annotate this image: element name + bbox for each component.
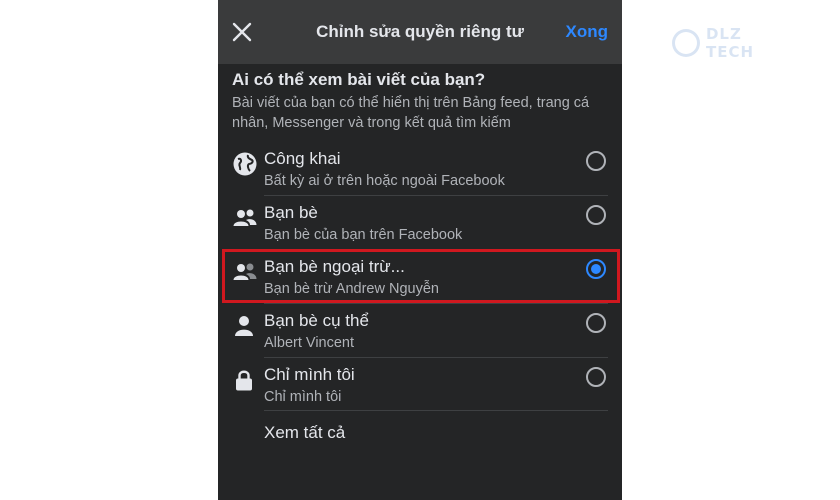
page-title: Chỉnh sửa quyền riêng tư xyxy=(316,22,524,41)
radio-specific-friends[interactable] xyxy=(586,313,606,333)
option-sublabel: Bạn bè trừ Andrew Nguyễn xyxy=(264,281,439,297)
option-label: Bạn bè xyxy=(264,203,318,222)
option-sublabel: Bạn bè của bạn trên Facebook xyxy=(264,227,463,243)
option-only-me[interactable]: Chỉ mình tôi Chỉ mình tôi xyxy=(218,357,622,411)
dlz-tech-watermark: DLZ TECH xyxy=(672,25,796,61)
person-icon xyxy=(232,313,258,339)
done-button[interactable]: Xong xyxy=(566,22,609,42)
friends-icon xyxy=(232,205,258,231)
header-bar: Chỉnh sửa quyền riêng tư Xong xyxy=(218,0,622,64)
lock-icon xyxy=(232,367,258,393)
option-label: Bạn bè cụ thể xyxy=(264,311,369,330)
dlz-logo-icon xyxy=(672,29,700,57)
radio-public[interactable] xyxy=(586,151,606,171)
see-all-link[interactable]: Xem tất cả xyxy=(264,423,345,443)
option-specific-friends[interactable]: Bạn bè cụ thể Albert Vincent xyxy=(218,303,622,357)
radio-only-me[interactable] xyxy=(586,367,606,387)
option-friends-except[interactable]: Bạn bè ngoại trừ... Bạn bè trừ Andrew Ng… xyxy=(218,249,622,303)
option-public[interactable]: Công khai Bất kỳ ai ở trên hoặc ngoài Fa… xyxy=(218,141,622,195)
audience-description: Bài viết của bạn có thể hiển thị trên Bả… xyxy=(232,95,590,131)
watermark-text: DLZ TECH xyxy=(705,25,755,61)
option-label: Bạn bè ngoại trừ... xyxy=(264,257,405,276)
option-label: Chỉ mình tôi xyxy=(264,365,355,384)
option-label: Công khai xyxy=(264,149,341,168)
option-sublabel: Albert Vincent xyxy=(264,335,355,351)
audience-question: Ai có thể xem bài viết của bạn? xyxy=(232,70,486,89)
radio-friends-except-selected[interactable] xyxy=(586,259,606,279)
friends-except-icon xyxy=(232,259,258,285)
close-icon[interactable] xyxy=(230,20,254,44)
globe-icon xyxy=(232,151,258,177)
option-sublabel: Bất kỳ ai ở trên hoặc ngoài Facebook xyxy=(264,173,505,189)
option-sublabel: Chỉ mình tôi xyxy=(264,389,342,405)
divider xyxy=(264,410,608,411)
radio-friends[interactable] xyxy=(586,205,606,225)
option-friends[interactable]: Bạn bè Bạn bè của bạn trên Facebook xyxy=(218,195,622,249)
